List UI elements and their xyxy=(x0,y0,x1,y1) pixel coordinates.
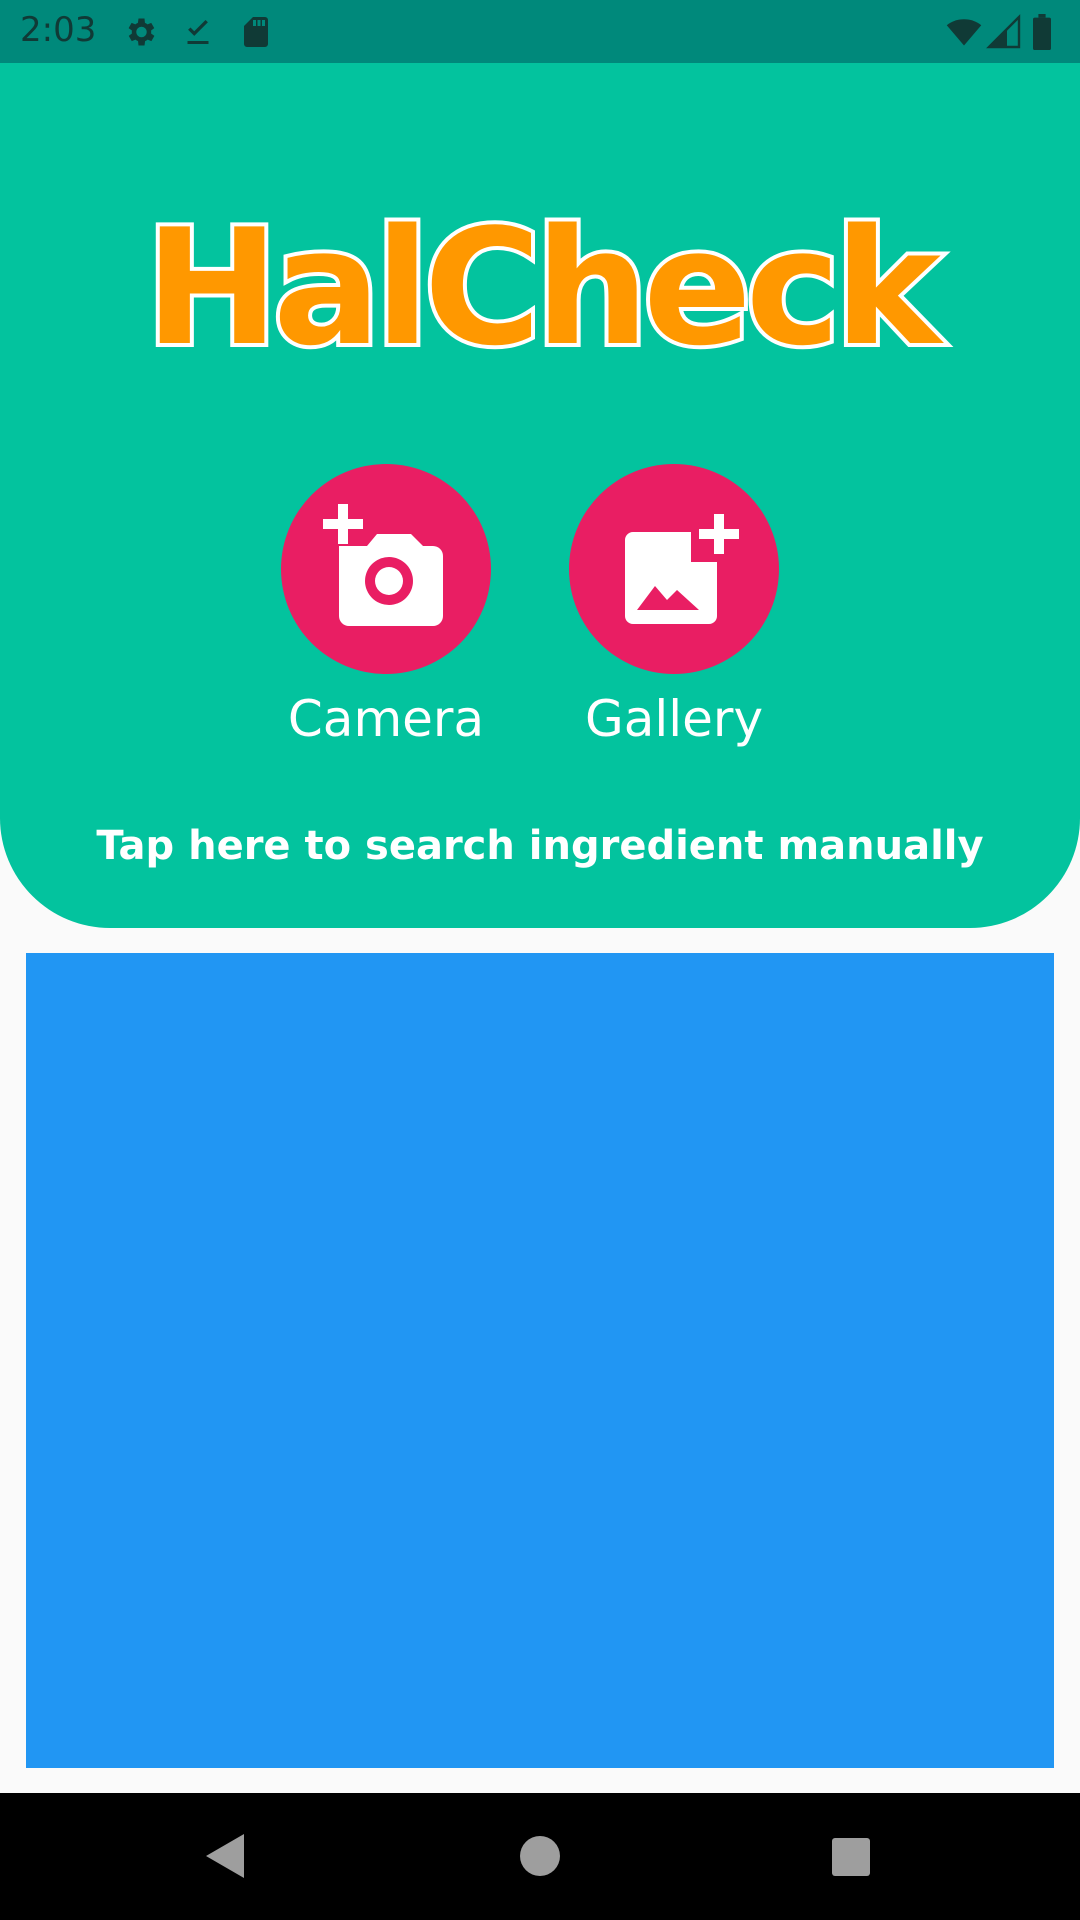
camera-action[interactable]: Camera xyxy=(236,464,536,747)
gallery-action[interactable]: Gallery xyxy=(524,464,824,747)
home-icon[interactable] xyxy=(510,1826,570,1886)
download-done-icon xyxy=(180,14,216,50)
add-camera-icon xyxy=(323,504,443,626)
recents-icon[interactable] xyxy=(820,1826,880,1886)
status-time: 2:03 xyxy=(20,10,97,50)
status-bar: 2:03 xyxy=(0,0,1080,63)
gallery-button[interactable] xyxy=(569,464,779,674)
header-panel: HalCheck Camera Gallery Tap here to sear… xyxy=(0,63,1080,928)
battery-icon xyxy=(1030,14,1054,51)
back-icon[interactable] xyxy=(196,1826,256,1886)
gear-icon xyxy=(122,14,158,50)
cell-signal-icon xyxy=(986,14,1022,50)
camera-button[interactable] xyxy=(281,464,491,674)
content-area xyxy=(26,953,1054,1768)
camera-label: Camera xyxy=(287,690,485,748)
app-logo-title: HalCheck xyxy=(141,194,945,381)
wifi-icon xyxy=(944,14,984,50)
add-photo-icon xyxy=(625,514,739,624)
app-screen: 2:03 HalCheck Camera Gallery Tap here to… xyxy=(0,0,1080,1920)
navigation-bar xyxy=(0,1793,1080,1920)
sd-card-icon xyxy=(238,14,274,50)
manual-search-link[interactable]: Tap here to search ingredient manually xyxy=(0,823,1080,869)
gallery-label: Gallery xyxy=(584,690,764,748)
